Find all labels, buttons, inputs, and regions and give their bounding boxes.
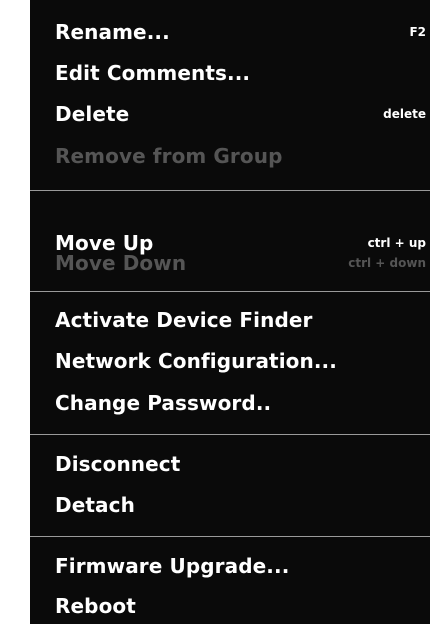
menu-item-shortcut: ctrl + down (348, 256, 426, 270)
context-menu: Rename... F2 Edit Comments... Delete del… (30, 0, 430, 624)
menu-item-label: Detach (55, 493, 135, 517)
menu-item-label: Change Password.. (55, 391, 272, 415)
menu-item-label: Delete (55, 102, 130, 126)
menu-item-label: Rename... (55, 20, 170, 44)
menu-separator (30, 190, 430, 191)
menu-item-reboot[interactable]: Reboot (30, 586, 430, 624)
menu-separator (30, 291, 430, 292)
menu-separator (30, 536, 430, 537)
menu-item-firmware-upgrade[interactable]: Firmware Upgrade... (30, 546, 430, 586)
menu-item-activate-device-finder[interactable]: Activate Device Finder (30, 300, 430, 340)
menu-item-label: Disconnect (55, 452, 181, 476)
menu-item-rename[interactable]: Rename... F2 (30, 12, 430, 52)
menu-item-edit-comments[interactable]: Edit Comments... (30, 53, 430, 93)
menu-item-remove-from-group: Remove from Group (30, 136, 430, 176)
menu-item-label: Remove from Group (55, 144, 283, 168)
menu-item-label: Move Down (55, 251, 187, 275)
menu-item-label: Activate Device Finder (55, 308, 313, 332)
menu-item-delete[interactable]: Delete delete (30, 94, 430, 134)
menu-item-change-password[interactable]: Change Password.. (30, 383, 430, 423)
menu-item-detach[interactable]: Detach (30, 485, 430, 525)
menu-item-move-down-row: Move Down ctrl + down (30, 243, 430, 283)
menu-separator (30, 434, 430, 435)
menu-item-shortcut: F2 (409, 25, 426, 39)
menu-item-label: Firmware Upgrade... (55, 554, 290, 578)
menu-item-label: Reboot (55, 594, 136, 618)
menu-item-label: Edit Comments... (55, 61, 251, 85)
menu-item-shortcut: delete (383, 107, 426, 121)
menu-item-disconnect[interactable]: Disconnect (30, 444, 430, 484)
menu-item-label: Network Configuration... (55, 349, 337, 373)
menu-item-network-configuration[interactable]: Network Configuration... (30, 341, 430, 381)
